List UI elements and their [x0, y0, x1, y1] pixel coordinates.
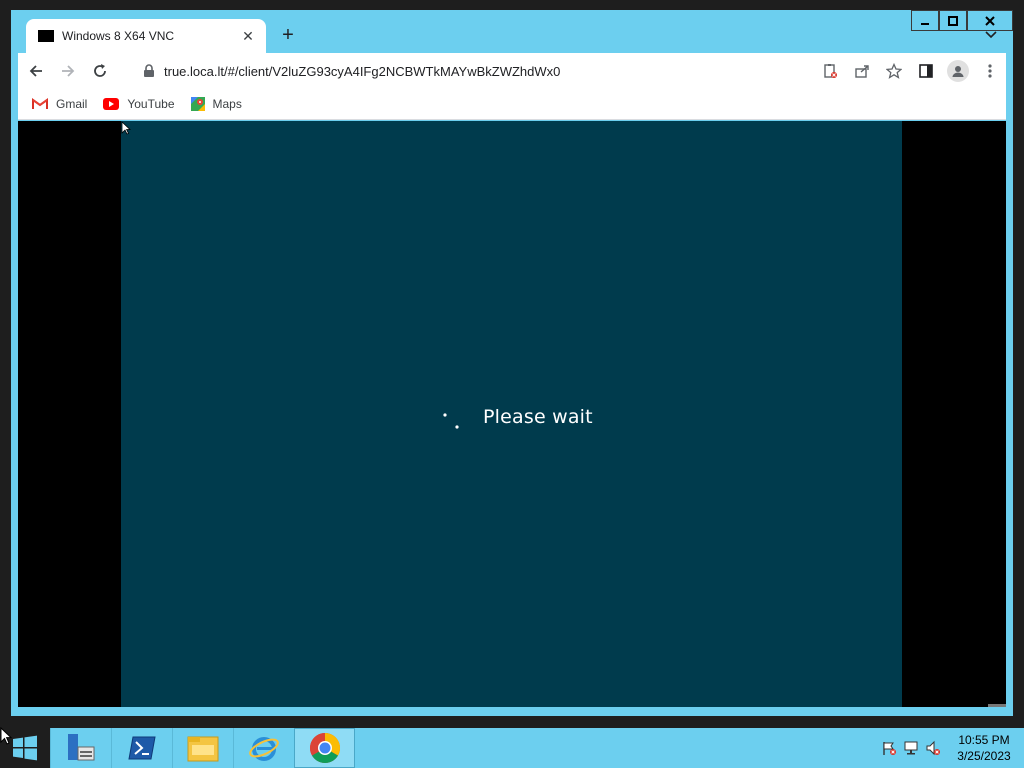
url-text: true.loca.lt/#/client/V2luZG93cyA4IFg2NC…: [164, 63, 561, 79]
taskbar-internet-explorer[interactable]: [233, 728, 294, 768]
maximize-button[interactable]: [939, 10, 967, 31]
gmail-icon: [32, 98, 48, 110]
address-bar[interactable]: true.loca.lt/#/client/V2luZG93cyA4IFg2NC…: [130, 56, 880, 86]
clock-time: 10:55 PM: [958, 733, 1010, 747]
chrome-icon: [309, 733, 340, 764]
tab-title: Windows 8 X64 VNC: [62, 29, 175, 43]
clock-date: 3/25/2023: [957, 749, 1011, 763]
clipboard-blocked-icon[interactable]: [814, 55, 846, 87]
bookmark-label: YouTube: [127, 97, 175, 111]
profile-avatar[interactable]: [942, 55, 974, 87]
action-center-flag-icon[interactable]: [878, 740, 900, 756]
back-icon[interactable]: [20, 55, 52, 87]
windows-logo-icon: [13, 735, 37, 761]
bookmarks-bar: Gmail YouTube Maps: [18, 89, 1006, 120]
minimize-button[interactable]: [911, 10, 939, 31]
status-text: Please wait: [483, 406, 593, 428]
share-icon[interactable]: [846, 55, 878, 87]
vnc-remote-screen[interactable]: Please wait: [121, 121, 902, 707]
window-controls: [911, 10, 1013, 31]
close-window-button[interactable]: [967, 10, 1013, 31]
bookmark-gmail[interactable]: Gmail: [32, 97, 87, 111]
bookmark-label: Maps: [212, 97, 242, 111]
menu-kebab-icon[interactable]: [974, 55, 1006, 87]
browser-toolbar: true.loca.lt/#/client/V2luZG93cyA4IFg2NC…: [18, 53, 1006, 89]
server-manager-icon: [68, 734, 95, 761]
taskbar-powershell[interactable]: [111, 728, 172, 768]
new-tab-button[interactable]: +: [277, 24, 299, 46]
bookmark-label: Gmail: [56, 97, 88, 111]
volume-muted-icon[interactable]: [922, 740, 944, 756]
browser-window: Windows 8 X64 VNC ✕ + true.loca.lt/#/cli…: [11, 10, 1013, 716]
taskbar-chrome[interactable]: [294, 728, 355, 768]
lock-icon: [144, 64, 154, 77]
bookmark-maps[interactable]: Maps: [190, 97, 242, 111]
bookmark-star-icon[interactable]: [878, 55, 910, 87]
taskbar-server-manager[interactable]: [50, 728, 111, 768]
maps-icon: [190, 97, 205, 111]
youtube-icon: [103, 98, 120, 110]
taskbar-file-explorer[interactable]: [172, 728, 233, 768]
tab-favicon-icon: [38, 30, 54, 42]
resize-grip: [988, 704, 1006, 707]
side-panel-icon[interactable]: [910, 55, 942, 87]
tab-close-icon[interactable]: ✕: [240, 28, 256, 45]
page-viewport[interactable]: Please wait: [18, 121, 1006, 707]
tab-strip: Windows 8 X64 VNC ✕ +: [11, 10, 1013, 53]
browser-tab[interactable]: Windows 8 X64 VNC ✕: [26, 19, 266, 53]
internet-explorer-icon: [249, 737, 279, 761]
system-tray: 10:55 PM 3/25/2023: [878, 728, 1024, 768]
reload-icon[interactable]: [84, 55, 116, 87]
toolbar-right-icons: [814, 55, 1006, 87]
loading-spinner-icon: [443, 413, 459, 429]
taskbar: 10:55 PM 3/25/2023: [0, 728, 1024, 768]
bookmark-youtube[interactable]: YouTube: [103, 97, 175, 111]
taskbar-clock[interactable]: 10:55 PM 3/25/2023: [944, 732, 1024, 764]
mouse-cursor-icon: [0, 727, 12, 745]
powershell-icon: [128, 736, 156, 760]
forward-icon[interactable]: [52, 55, 84, 87]
file-explorer-icon: [187, 736, 219, 762]
remote-cursor-icon: [121, 121, 131, 135]
network-icon[interactable]: [900, 740, 922, 756]
